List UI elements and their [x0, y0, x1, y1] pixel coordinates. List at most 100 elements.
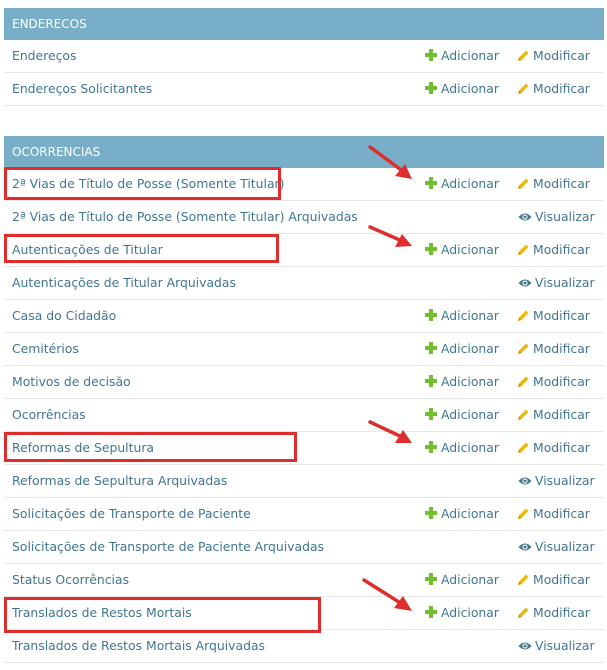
- model-row-translados-arquivadas: Translados de Restos Mortais Arquivadas …: [4, 630, 604, 663]
- add-link-autenticacoes[interactable]: Adicionar: [425, 234, 499, 266]
- view-label: Visualizar: [535, 539, 595, 554]
- change-link-autenticacoes[interactable]: Modificar: [517, 234, 590, 266]
- add-label: Adicionar: [441, 341, 499, 356]
- model-link-motivos-de-decisao[interactable]: Motivos de decisão: [12, 366, 131, 398]
- view-link-translados-arquivadas[interactable]: Visualizar: [518, 630, 595, 662]
- model-link-transporte-paciente-arquivadas[interactable]: Solicitações de Transporte de Paciente A…: [12, 531, 324, 563]
- module-enderecos: ENDERECOS Endereços Adicionar Modificar …: [4, 8, 604, 106]
- admin-app-list: ENDERECOS Endereços Adicionar Modificar …: [0, 0, 607, 670]
- module-header-enderecos[interactable]: ENDERECOS: [4, 8, 604, 40]
- add-link-segunda-vias[interactable]: Adicionar: [425, 168, 499, 200]
- plus-icon: [425, 441, 437, 453]
- change-label: Modificar: [533, 506, 590, 521]
- add-link-cemiterios[interactable]: Adicionar: [425, 333, 499, 365]
- change-link-motivos-de-decisao[interactable]: Modificar: [517, 366, 590, 398]
- annotation-arrow-segunda-vias: [368, 145, 412, 179]
- change-link-ocorrencias[interactable]: Modificar: [517, 399, 590, 431]
- plus-icon: [425, 342, 437, 354]
- add-link-transporte-paciente[interactable]: Adicionar: [425, 498, 499, 530]
- pencil-icon: [518, 178, 529, 189]
- model-row-autenticacoes-arquivadas: Autenticações de Titular Arquivadas Visu…: [4, 267, 604, 300]
- eye-icon: [518, 642, 532, 650]
- plus-icon: [425, 606, 437, 618]
- add-link-translados[interactable]: Adicionar: [425, 597, 499, 629]
- view-label: Visualizar: [535, 275, 595, 290]
- eye-icon: [518, 213, 532, 221]
- model-row-ocorrencias: Ocorrências Adicionar Modificar: [4, 399, 604, 432]
- add-link-casa-do-cidadao[interactable]: Adicionar: [425, 300, 499, 332]
- add-link-motivos-de-decisao[interactable]: Adicionar: [425, 366, 499, 398]
- model-link-reformas-de-sepultura-arquivadas[interactable]: Reformas de Sepultura Arquivadas: [12, 465, 227, 497]
- pencil-icon: [518, 607, 529, 618]
- add-link-enderecos-solicitantes[interactable]: Adicionar: [425, 73, 499, 105]
- view-link-transporte-paciente-arquivadas[interactable]: Visualizar: [518, 531, 595, 563]
- model-link-segunda-vias-arquivadas[interactable]: 2ª Vias de Título de Posse (Somente Titu…: [12, 201, 358, 233]
- add-link-status-ocorrencias[interactable]: Adicionar: [425, 564, 499, 596]
- add-label: Adicionar: [441, 308, 499, 323]
- view-link-autenticacoes-arquivadas[interactable]: Visualizar: [518, 267, 595, 299]
- model-link-enderecos[interactable]: Endereços: [12, 40, 76, 72]
- change-link-casa-do-cidadao[interactable]: Modificar: [517, 300, 590, 332]
- view-link-reformas-de-sepultura-arquivadas[interactable]: Visualizar: [518, 465, 595, 497]
- model-link-casa-do-cidadao[interactable]: Casa do Cidadão: [12, 300, 116, 332]
- change-label: Modificar: [533, 572, 590, 587]
- eye-icon: [518, 543, 532, 551]
- change-link-segunda-vias[interactable]: Modificar: [517, 168, 590, 200]
- add-label: Adicionar: [441, 374, 499, 389]
- change-label: Modificar: [533, 341, 590, 356]
- add-label: Adicionar: [441, 572, 499, 587]
- annotation-arrow-reformas: [368, 420, 412, 443]
- model-link-enderecos-solicitantes[interactable]: Endereços Solicitantes: [12, 73, 152, 105]
- model-row-transporte-paciente: Solicitações de Transporte de Paciente A…: [4, 498, 604, 531]
- plus-icon: [425, 49, 437, 61]
- change-link-transporte-paciente[interactable]: Modificar: [517, 498, 590, 530]
- plus-icon: [425, 82, 437, 94]
- pencil-icon: [518, 376, 529, 387]
- add-label: Adicionar: [441, 81, 499, 96]
- model-link-status-ocorrencias[interactable]: Status Ocorrências: [12, 564, 129, 596]
- change-label: Modificar: [533, 48, 590, 63]
- add-label: Adicionar: [441, 176, 499, 191]
- annotation-box-segunda-vias: [4, 167, 281, 200]
- change-link-enderecos[interactable]: Modificar: [517, 40, 590, 72]
- change-link-reformas-de-sepultura[interactable]: Modificar: [517, 432, 590, 464]
- view-link-segunda-vias-arquivadas[interactable]: Visualizar: [518, 201, 595, 233]
- add-label: Adicionar: [441, 506, 499, 521]
- change-label: Modificar: [533, 440, 590, 455]
- add-link-ocorrencias[interactable]: Adicionar: [425, 399, 499, 431]
- module-header-ocorrencias[interactable]: OCORRENCIAS: [4, 136, 604, 168]
- model-link-ocorrencias[interactable]: Ocorrências: [12, 399, 86, 431]
- pencil-icon: [518, 442, 529, 453]
- pencil-icon: [518, 409, 529, 420]
- change-link-status-ocorrencias[interactable]: Modificar: [517, 564, 590, 596]
- model-row-transporte-paciente-arquivadas: Solicitações de Transporte de Paciente A…: [4, 531, 604, 564]
- add-link-reformas-de-sepultura[interactable]: Adicionar: [425, 432, 499, 464]
- add-label: Adicionar: [441, 48, 499, 63]
- model-link-transporte-paciente[interactable]: Solicitações de Transporte de Paciente: [12, 498, 251, 530]
- change-link-enderecos-solicitantes[interactable]: Modificar: [517, 73, 590, 105]
- pencil-icon: [518, 244, 529, 255]
- model-link-cemiterios[interactable]: Cemitérios: [12, 333, 79, 365]
- model-row-status-ocorrencias: Status Ocorrências Adicionar Modificar: [4, 564, 604, 597]
- change-label: Modificar: [533, 176, 590, 191]
- add-link-enderecos[interactable]: Adicionar: [425, 40, 499, 72]
- change-label: Modificar: [533, 407, 590, 422]
- plus-icon: [425, 408, 437, 420]
- model-link-autenticacoes-arquivadas[interactable]: Autenticações de Titular Arquivadas: [12, 267, 236, 299]
- eye-icon: [518, 477, 532, 485]
- plus-icon: [425, 507, 437, 519]
- module-ocorrencias: OCORRENCIAS 2ª Vias de Título de Posse (…: [4, 136, 604, 663]
- annotation-box-translados: [4, 597, 321, 633]
- change-link-cemiterios[interactable]: Modificar: [517, 333, 590, 365]
- plus-icon: [425, 243, 437, 255]
- pencil-icon: [518, 83, 529, 94]
- change-link-translados[interactable]: Modificar: [517, 597, 590, 629]
- pencil-icon: [518, 574, 529, 585]
- plus-icon: [425, 309, 437, 321]
- view-label: Visualizar: [535, 209, 595, 224]
- add-label: Adicionar: [441, 440, 499, 455]
- model-link-translados-arquivadas[interactable]: Translados de Restos Mortais Arquivadas: [12, 630, 265, 662]
- add-label: Adicionar: [441, 242, 499, 257]
- model-row-cemiterios: Cemitérios Adicionar Modificar: [4, 333, 604, 366]
- change-label: Modificar: [533, 605, 590, 620]
